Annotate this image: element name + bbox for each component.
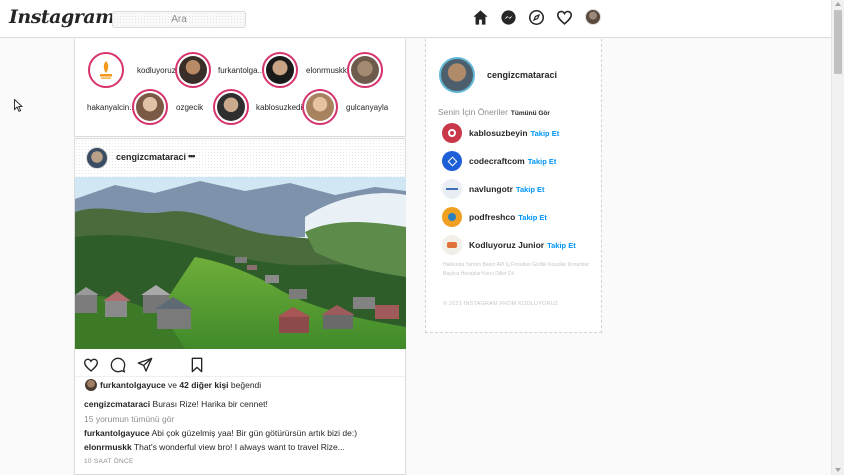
scroll-down-arrow-icon[interactable] (835, 468, 841, 472)
comment-text: That's wonderful view bro! I always want… (133, 442, 345, 452)
likes-connector: ve (168, 380, 178, 390)
liker-username[interactable]: furkantolgayuce (100, 380, 166, 390)
suggestion-username[interactable]: codecraftcom (469, 156, 525, 166)
save-bookmark-icon[interactable] (189, 357, 205, 373)
follow-button[interactable]: Takip Et (547, 241, 576, 250)
navlungotr-avatar[interactable] (442, 179, 462, 199)
comment: furkantolgayuce Abi çok güzelmiş yaa! Bi… (84, 428, 357, 438)
kodluyoruz-junior-avatar[interactable] (442, 235, 462, 255)
kablosuzbeyin-avatar[interactable] (442, 123, 462, 143)
post-caption: cengizcmataraci Burası Rize! Harika bir … (84, 399, 268, 409)
post-header: cengizcmataraci ••• (75, 139, 405, 177)
story-username: gulcanyayla (346, 103, 389, 112)
follow-button[interactable]: Takip Et (518, 213, 547, 222)
search-input[interactable]: Ara (112, 11, 246, 28)
scroll-up-arrow-icon[interactable] (835, 2, 841, 6)
suggestion-username[interactable]: navlungotr (469, 184, 513, 194)
like-heart-icon[interactable] (83, 357, 99, 373)
instagram-logo[interactable]: Instagram (9, 6, 115, 28)
follow-button[interactable]: Takip Et (531, 129, 560, 138)
story-username: hakanyalcin... (87, 103, 136, 112)
kodluyoruz-logo-icon (100, 61, 112, 79)
see-all-link[interactable]: Tümünü Gör (511, 110, 550, 117)
follow-button[interactable]: Takip Et (528, 157, 557, 166)
view-all-comments-link[interactable]: 15 yorumun tümünü gör (84, 414, 174, 424)
copyright-text: © 2021 INSTAGRAM FROM KODLUYORUZ (443, 301, 559, 307)
comment-username[interactable]: elonrmuskk (84, 442, 132, 452)
page-scrollbar[interactable] (831, 0, 844, 475)
story-username: elonrmuskk (306, 66, 347, 75)
post-photo[interactable] (75, 177, 406, 349)
comment: elonrmuskk That's wonderful view bro! I … (84, 442, 345, 452)
caption-text: Burası Rize! Harika bir cennet! (152, 399, 268, 409)
liker-avatar (85, 379, 97, 391)
likes-others[interactable]: 42 diğer kişi (179, 380, 228, 390)
current-user-username[interactable]: cengizcmataraci (487, 70, 557, 80)
feed-post: cengizcmataraci ••• furkantolgayuce ve 4… (74, 138, 406, 475)
top-navbar: Instagram Ara (0, 0, 831, 38)
right-sidebar: cengizcmataraci Senin İçin Öneriler Tümün… (425, 39, 602, 333)
explore-icon[interactable] (528, 9, 545, 26)
story-username: furkantolga... (218, 66, 265, 75)
suggestion-username[interactable]: Kodluyoruz Junior (469, 240, 544, 250)
footer-links[interactable]: Hakkında Yardım Basın API İş Fırsatları … (443, 261, 593, 279)
codecraftcom-avatar[interactable] (442, 151, 462, 171)
current-user-avatar[interactable] (439, 57, 475, 93)
podfreshco-avatar[interactable] (442, 207, 462, 227)
suggestion-username[interactable]: podfreshco (469, 212, 515, 222)
post-author-avatar[interactable] (86, 147, 108, 169)
story-username: ozgecik (176, 103, 204, 112)
post-timestamp: 10 SAAT ÖNCE (84, 458, 134, 465)
suggestion-username[interactable]: kablosuzbeyin (469, 128, 528, 138)
post-options-button[interactable]: ••• (188, 151, 196, 161)
story-username: kodluyoruz (137, 66, 176, 75)
suggestions-title: Senin İçin Öneriler (438, 107, 508, 117)
suggestions-header: Senin İçin Öneriler Tümünü Gör (438, 107, 550, 117)
profile-avatar[interactable] (585, 9, 601, 25)
post-author-username[interactable]: cengizcmataraci (116, 152, 186, 162)
stories-bar: kodluyoruz furkantolga... elonrmuskk hak… (74, 39, 406, 137)
mouse-cursor-icon (14, 99, 23, 112)
story-username: kablosuzkedi (256, 103, 303, 112)
follow-button[interactable]: Takip Et (516, 185, 545, 194)
share-send-icon[interactable] (137, 357, 153, 373)
comment-text: Abi çok güzelmiş yaa! Bir gün götürürsün… (151, 428, 358, 438)
post-actions (75, 353, 405, 377)
home-icon[interactable] (472, 9, 489, 26)
comment-icon[interactable] (110, 357, 126, 373)
comment-username[interactable]: furkantolgayuce (84, 428, 150, 438)
scrollbar-thumb[interactable] (834, 10, 842, 74)
caption-username[interactable]: cengizcmataraci (84, 399, 150, 409)
likes-summary: furkantolgayuce ve 42 diğer kişi beğendi (85, 379, 261, 391)
heart-icon[interactable] (556, 9, 573, 26)
messenger-icon[interactable] (500, 9, 517, 26)
likes-suffix: beğendi (230, 380, 262, 390)
